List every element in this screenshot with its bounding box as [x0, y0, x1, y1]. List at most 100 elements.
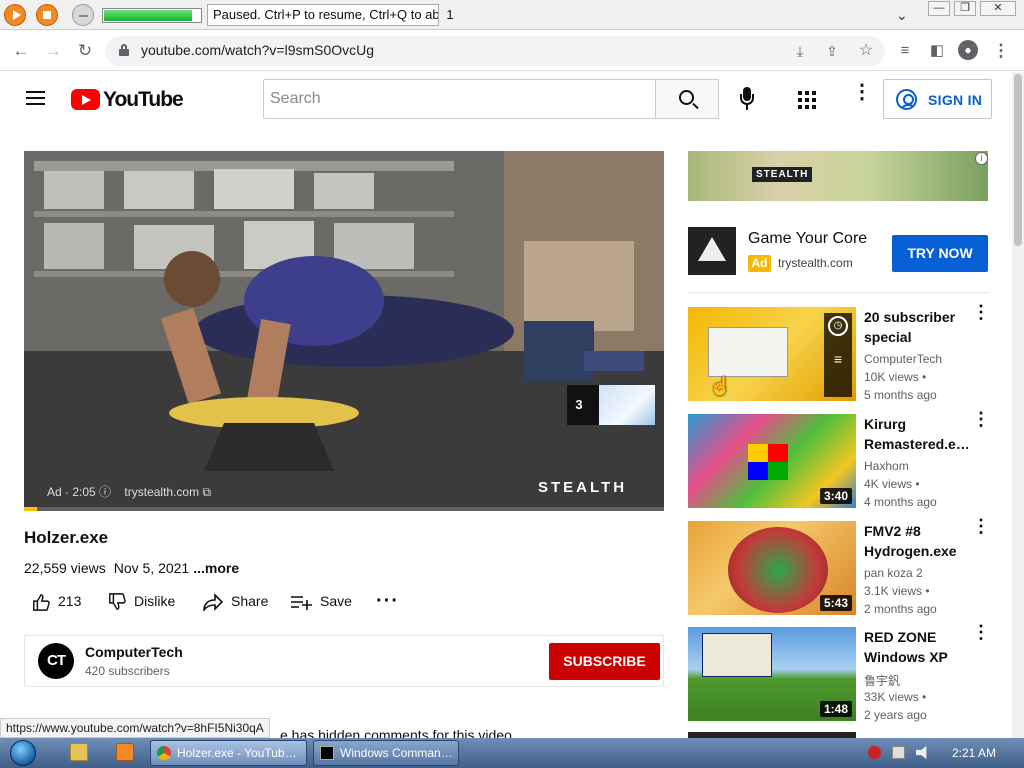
upload-date: Nov 5, 2021	[113, 560, 190, 576]
share-button[interactable]: Share	[203, 590, 268, 612]
taskbar-clock[interactable]: 2:21 AM	[952, 738, 996, 768]
recommendation-title[interactable]: RED ZONE Windows XP	[864, 627, 968, 667]
settings-more-icon[interactable]: ⋮	[852, 82, 872, 109]
profile-avatar-icon[interactable]: ●	[958, 40, 978, 60]
network-icon[interactable]	[892, 746, 905, 759]
video-frame	[24, 151, 664, 511]
player-progress-bar[interactable]	[24, 507, 664, 511]
ad-info-icon[interactable]: ⓘ	[99, 485, 111, 499]
search-button[interactable]	[655, 79, 719, 119]
recommendation-menu-icon[interactable]: ⋮	[972, 410, 990, 428]
video-thumbnail[interactable]: 1:48	[688, 627, 856, 721]
taskbar-task-command-prompt[interactable]: Windows Comman…	[313, 740, 459, 766]
reload-icon[interactable]: ↻	[74, 40, 96, 62]
voice-search-mic-icon[interactable]	[738, 87, 756, 111]
recommendation-item[interactable]: 5:43 FMV2 #8 Hydrogen.exe … pan koza 2 3…	[688, 517, 990, 616]
resume-recording-button[interactable]	[4, 4, 26, 26]
save-button[interactable]: Save	[290, 590, 352, 612]
ad-card-title[interactable]: Game Your Core	[748, 230, 867, 248]
youtube-logo[interactable]: YouTube	[71, 88, 184, 112]
try-now-button[interactable]: TRY NOW	[892, 235, 988, 272]
channel-name[interactable]: ComputerTech	[85, 644, 183, 660]
start-button[interactable]	[4, 738, 42, 768]
hamburger-menu-icon[interactable]	[26, 91, 45, 106]
lock-icon[interactable]	[119, 44, 129, 56]
recorder-status-text: Paused. Ctrl+P to resume, Ctrl+Q to abor…	[207, 4, 439, 26]
recommendation-title[interactable]: 20 subscriber special runnin…	[864, 307, 968, 347]
window-minimize-button[interactable]: —	[928, 1, 950, 16]
recommendation-menu-icon[interactable]: ⋮	[972, 303, 990, 321]
video-thumbnail[interactable]: 5:43	[688, 521, 856, 615]
recommendation-channel[interactable]: 鲁宇釩	[864, 672, 900, 689]
share-label: Share	[231, 593, 269, 609]
reading-list-icon[interactable]: ≡	[894, 40, 916, 62]
apps-grid-icon[interactable]	[798, 91, 816, 109]
watch-later-clock-icon[interactable]: ◷	[828, 316, 848, 336]
recommendation-menu-icon[interactable]: ⋮	[972, 623, 990, 641]
share-arrow-icon	[203, 593, 223, 612]
description-more-link[interactable]: ...more	[193, 560, 239, 576]
recommendation-item[interactable]: 3:40 Kirurg Remastered.e… Haxhom 4K view…	[688, 410, 990, 509]
address-bar[interactable]: youtube.com/watch?v=l9smS0OvcUg ⤓ ⇪ ☆	[105, 36, 885, 66]
security-alert-icon[interactable]	[868, 746, 881, 759]
recommendation-age: 2 years ago	[864, 708, 927, 722]
abort-recording-button[interactable]	[72, 4, 94, 26]
like-button[interactable]: 213	[32, 590, 81, 612]
add-to-queue-icon[interactable]: ≡	[828, 349, 848, 369]
install-app-icon[interactable]: ⤓	[789, 40, 811, 62]
ad-site-link[interactable]: trystealth.com	[124, 485, 199, 499]
thumbs-up-icon	[33, 594, 50, 612]
stealth-watermark: STEALTH	[538, 479, 628, 496]
browser-menu-icon[interactable]: ⋮	[990, 40, 1012, 62]
link-hover-url: https://www.youtube.com/watch?v=8hFI5Ni3…	[0, 718, 270, 738]
thumbnail-dialog-graphic	[702, 633, 772, 677]
tab-search-chevron-icon[interactable]: ⌄	[896, 7, 908, 24]
like-count: 213	[58, 593, 82, 609]
search-icon	[679, 90, 694, 105]
back-arrow-icon[interactable]: ←	[10, 40, 32, 62]
recommendation-channel[interactable]: Haxhom	[864, 459, 909, 473]
ad-label: Ad · 2:05	[47, 485, 96, 499]
video-player[interactable]: Ad · 2:05 ⓘ trystealth.com ⧉ STEALTH 3	[24, 151, 664, 511]
share-page-icon[interactable]: ⇪	[821, 40, 843, 62]
channel-subscriber-count: 420 subscribers	[85, 664, 170, 678]
recommendation-menu-icon[interactable]: ⋮	[972, 517, 990, 535]
recommendation-channel[interactable]: pan koza 2	[864, 566, 923, 580]
next-video-thumbnail	[599, 385, 655, 425]
window-close-button[interactable]: ✕	[980, 1, 1016, 16]
ad-banner-info-icon[interactable]: i	[975, 152, 988, 165]
file-explorer-icon[interactable]	[70, 743, 88, 761]
forward-arrow-icon[interactable]: →	[42, 40, 64, 62]
dislike-button[interactable]: Dislike	[108, 590, 175, 612]
recommendation-item[interactable]: ◷ ≡ 20 subscriber special runnin… Comput…	[688, 303, 990, 402]
stop-recording-button[interactable]	[36, 4, 58, 26]
window-restore-button[interactable]: ❐	[954, 1, 976, 16]
more-actions-icon[interactable]: ···	[376, 590, 399, 612]
subscribe-button[interactable]: SUBSCRIBE	[549, 643, 660, 680]
next-video-preview[interactable]: 3	[567, 385, 655, 425]
sign-in-button[interactable]: SIGN IN	[883, 79, 992, 119]
recommendation-channel[interactable]: ComputerTech	[864, 352, 942, 366]
recorder-count: 1	[446, 7, 454, 22]
dislike-label: Dislike	[134, 593, 176, 609]
bookmark-star-icon[interactable]: ☆	[855, 40, 877, 62]
video-meta[interactable]: 22,559 views Nov 5, 2021 ...more	[24, 560, 247, 576]
media-player-icon[interactable]	[116, 743, 134, 761]
thumbnail-swirl-graphic	[728, 527, 828, 613]
recommendation-title[interactable]: FMV2 #8 Hydrogen.exe …	[864, 521, 968, 561]
recommendation-item[interactable]: 1:48 RED ZONE Windows XP 鲁宇釩 33K views •…	[688, 623, 990, 722]
sidebar-ad-banner[interactable]: STEALTH	[688, 151, 988, 201]
recommendation-age: 4 months ago	[864, 495, 937, 509]
channel-avatar[interactable]: CT	[38, 643, 74, 679]
volume-icon[interactable]	[916, 746, 927, 759]
search-input[interactable]: Search	[263, 79, 656, 119]
page-scrollbar-thumb[interactable]	[1014, 74, 1022, 246]
recommendation-title[interactable]: Kirurg Remastered.e…	[864, 414, 968, 454]
taskbar-task-label: Holzer.exe - YouTub…	[177, 746, 297, 760]
video-thumbnail[interactable]: 3:40	[688, 414, 856, 508]
side-panel-icon[interactable]: ◧	[926, 40, 948, 62]
taskbar-task-browser[interactable]: Holzer.exe - YouTub…	[150, 740, 307, 766]
youtube-wordmark: YouTube	[103, 88, 184, 111]
advertiser-logo-icon[interactable]	[688, 227, 736, 275]
url-text[interactable]: youtube.com/watch?v=l9smS0OvcUg	[141, 42, 374, 58]
